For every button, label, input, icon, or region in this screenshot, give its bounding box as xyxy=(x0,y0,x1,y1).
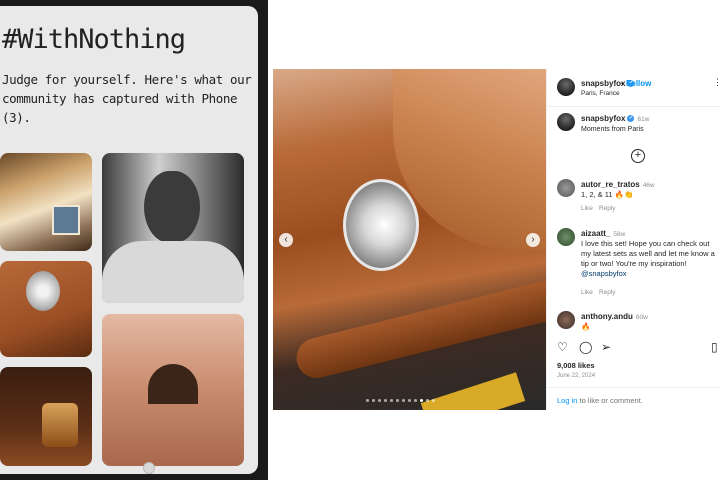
more-options-icon[interactable]: ⋮ xyxy=(713,77,720,88)
comment-actions: Like Reply xyxy=(581,205,616,212)
carousel-dot xyxy=(408,399,411,402)
carousel-dot xyxy=(432,399,435,402)
hashtag-title: #WithNothing xyxy=(2,24,186,55)
heart-icon[interactable]: ♡ xyxy=(557,341,568,353)
post-date: June 22, 2024 xyxy=(557,373,596,379)
comment-author[interactable]: autor_re_tratos 46w xyxy=(581,180,655,189)
avatar[interactable] xyxy=(557,228,575,246)
location[interactable]: Paris, France xyxy=(581,90,620,97)
share-icon[interactable]: ➢ xyxy=(601,341,611,353)
reply-button[interactable]: Reply xyxy=(599,205,616,212)
gallery-photo-portrait[interactable] xyxy=(102,153,244,303)
avatar[interactable] xyxy=(557,311,575,329)
like-count[interactable]: 9,008 likes xyxy=(557,361,595,370)
comment-text: 🔥 xyxy=(581,322,591,331)
carousel-dot xyxy=(420,399,423,402)
carousel-dot xyxy=(414,399,417,402)
carousel-dots xyxy=(366,399,435,403)
verified-icon: ✓ xyxy=(627,115,635,123)
comment-text: I love this set! Hope you can check out … xyxy=(581,239,715,278)
carousel-dot xyxy=(390,399,393,402)
carousel-dot xyxy=(378,399,381,402)
tagline: Judge for yourself. Here's what our comm… xyxy=(2,72,252,125)
login-link[interactable]: Log in xyxy=(557,396,577,405)
comment-icon[interactable]: ◯ xyxy=(579,341,592,353)
phone-screen: #WithNothing Judge for yourself. Here's … xyxy=(0,6,258,474)
caption-author[interactable]: snapsbyfox ✓ 61w xyxy=(581,114,649,123)
reply-button[interactable]: Reply xyxy=(599,289,616,296)
screenshot: #WithNothing Judge for yourself. Here's … xyxy=(0,0,720,480)
carousel-dot xyxy=(426,399,429,402)
gallery-photo-window[interactable] xyxy=(102,314,244,466)
load-more-comments-icon[interactable]: + xyxy=(631,149,645,163)
carousel-dot xyxy=(366,399,369,402)
avatar[interactable] xyxy=(557,179,575,197)
gallery-photo-car[interactable] xyxy=(0,261,92,357)
post-sidebar: snapsbyfox ✓ • Follow Paris, France ⋮ sna… xyxy=(546,69,720,410)
login-prompt: Log in to like or comment. xyxy=(547,387,720,410)
avatar[interactable] xyxy=(557,78,575,96)
scroll-indicator xyxy=(143,462,155,474)
carousel-dot xyxy=(396,399,399,402)
comment-actions: Like Reply xyxy=(581,289,616,296)
comment-author[interactable]: aizaatt_ 58w xyxy=(581,229,625,238)
caption-text: Moments from Paris xyxy=(581,126,644,133)
gallery-photo-interior[interactable] xyxy=(0,153,92,251)
carousel-dot xyxy=(402,399,405,402)
carousel-dot xyxy=(372,399,375,402)
avatar[interactable] xyxy=(557,113,575,131)
post-header: snapsbyfox ✓ • Follow Paris, France ⋮ xyxy=(547,69,720,107)
carousel-prev-button[interactable]: ‹ xyxy=(279,233,293,247)
like-comment-button[interactable]: Like xyxy=(581,289,593,296)
carousel-next-button[interactable]: › xyxy=(526,233,540,247)
comment-author[interactable]: anthony.andu 60w xyxy=(581,312,648,321)
comment-text: 1, 2, & 11 🔥👏 xyxy=(581,190,634,199)
bookmark-icon[interactable]: ▯ xyxy=(711,341,718,353)
follow-button[interactable]: • Follow xyxy=(621,79,651,88)
mention-link[interactable]: @snapsbyfox xyxy=(581,269,627,278)
gallery-photo-glass[interactable] xyxy=(0,367,92,466)
post-image[interactable] xyxy=(273,69,546,410)
phone-mockup: #WithNothing Judge for yourself. Here's … xyxy=(0,0,268,480)
like-comment-button[interactable]: Like xyxy=(581,205,593,212)
carousel-dot xyxy=(384,399,387,402)
post-actions: ♡ ◯ ➢ ▯ xyxy=(547,341,720,357)
